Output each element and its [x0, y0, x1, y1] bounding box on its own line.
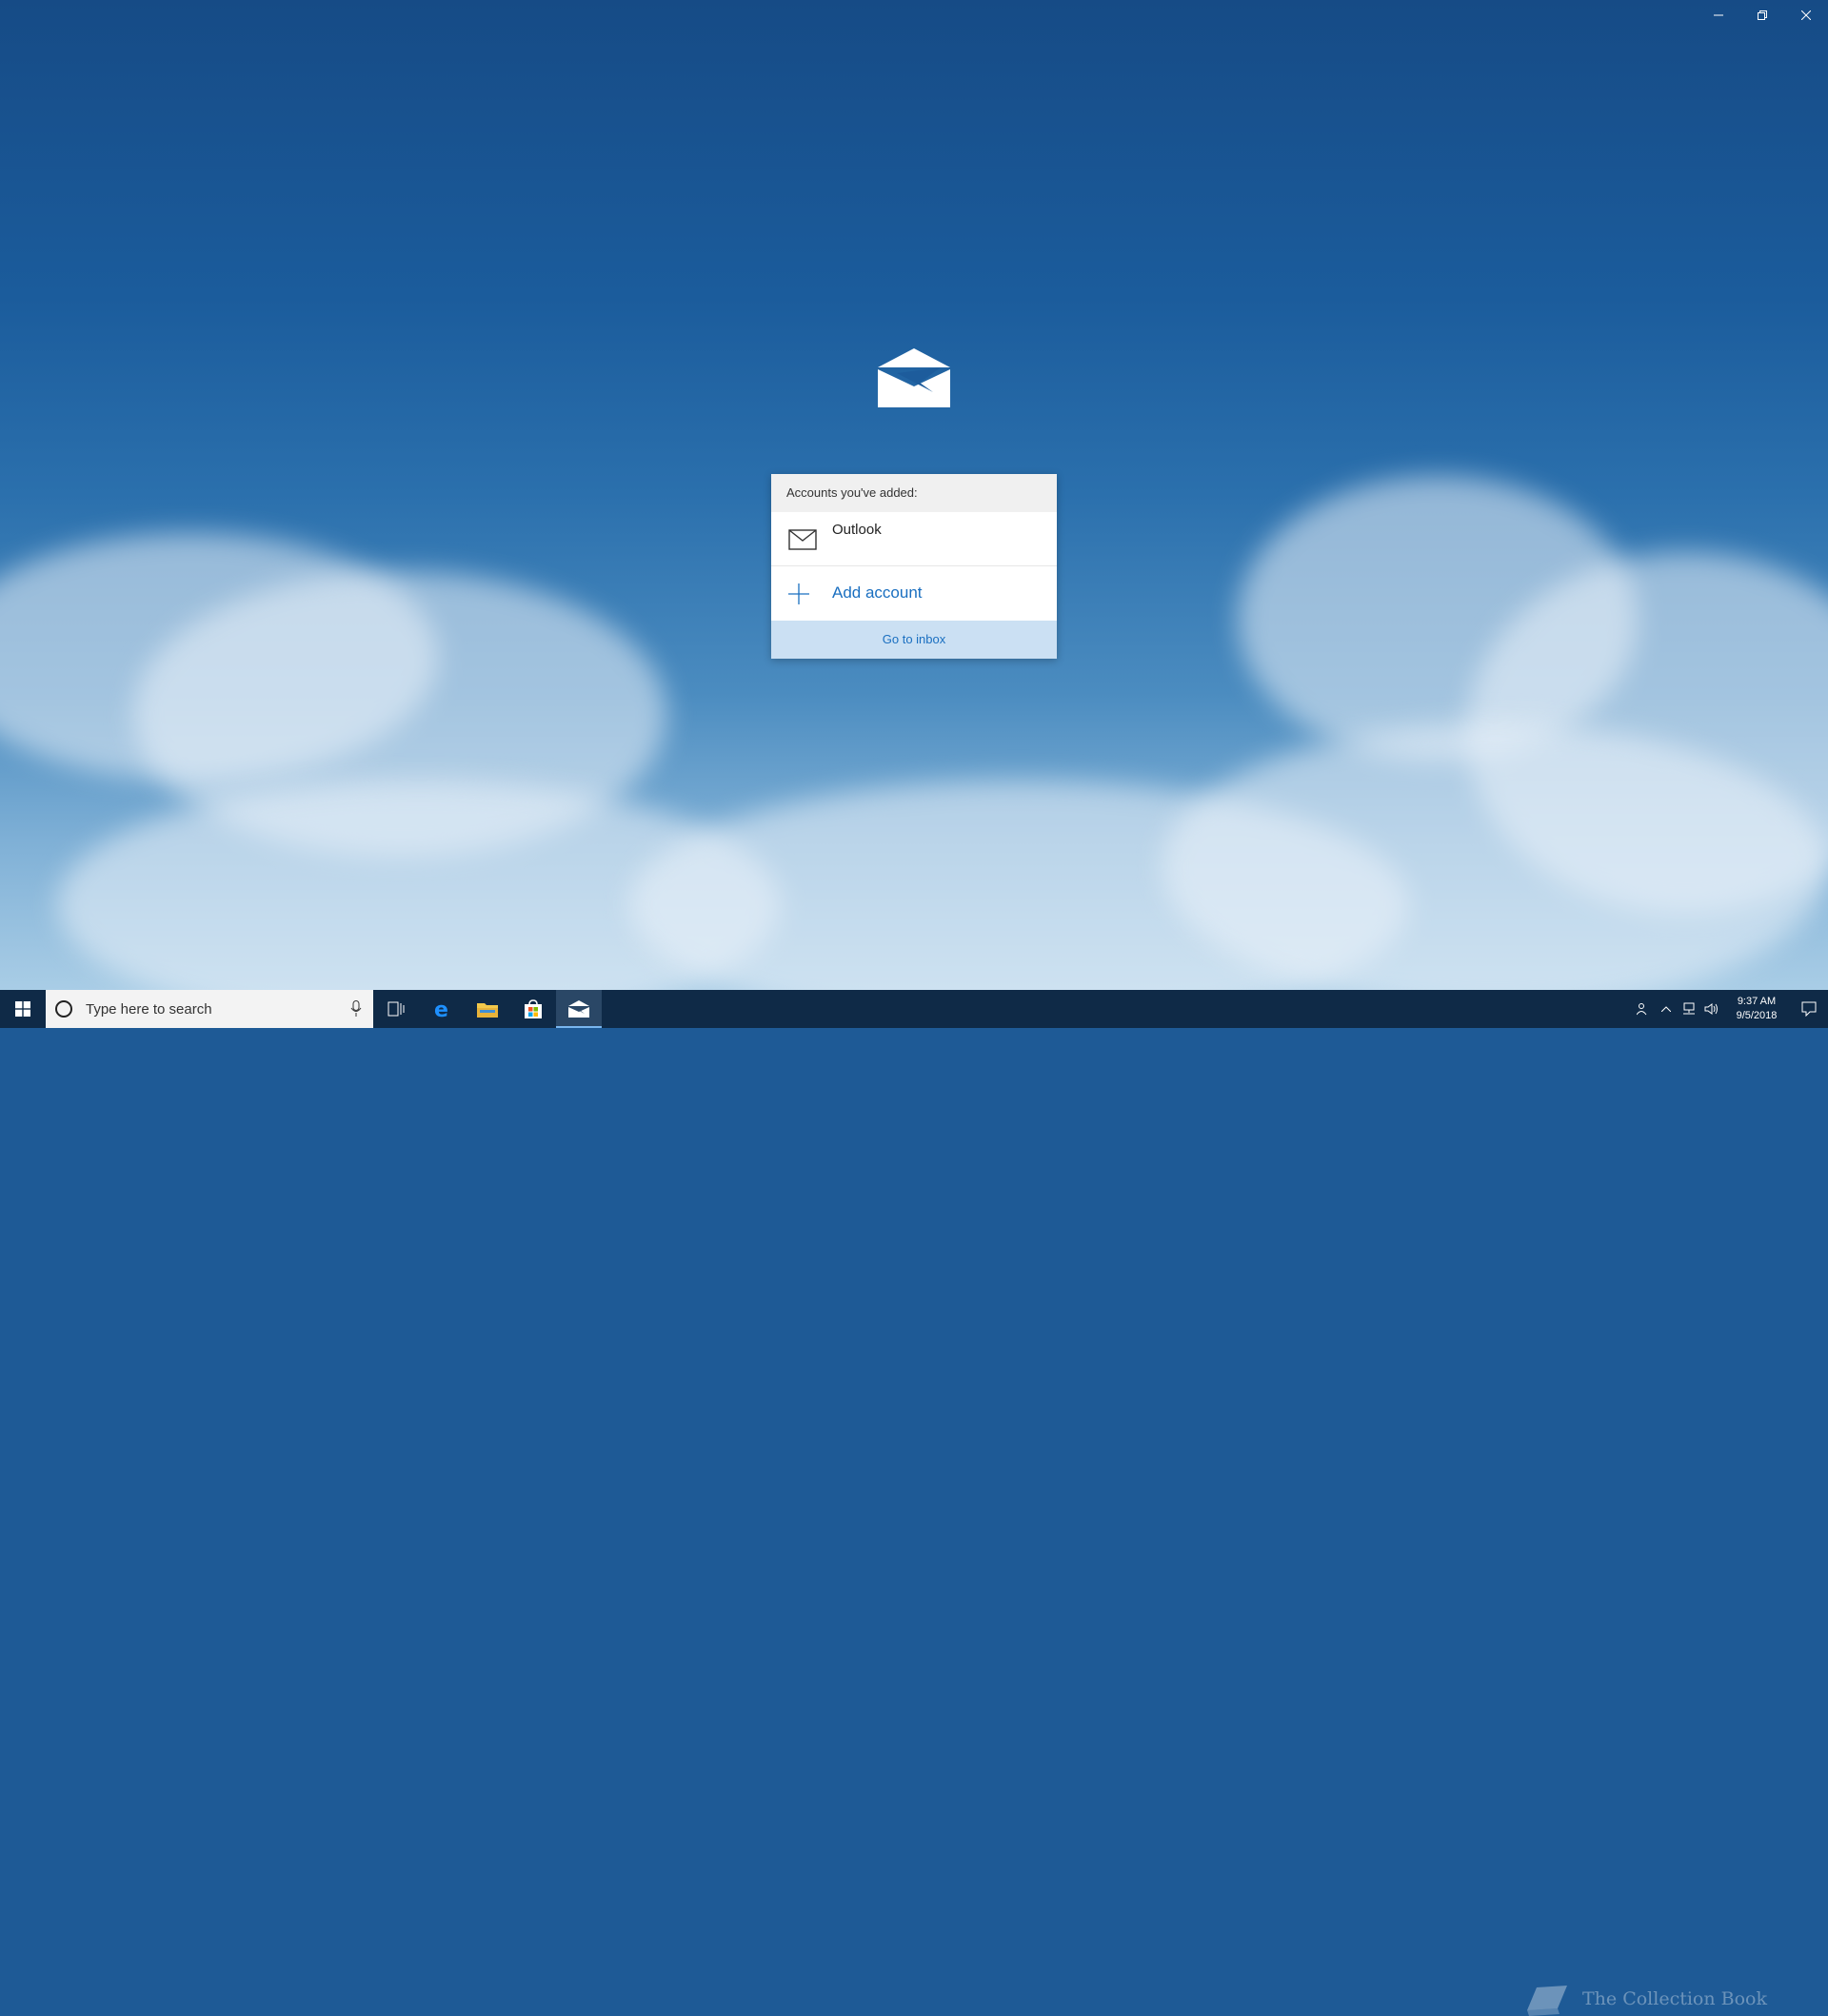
- file-explorer-button[interactable]: [465, 990, 510, 1028]
- go-to-inbox-button[interactable]: Go to inbox: [771, 621, 1057, 659]
- edge-button[interactable]: e: [419, 990, 465, 1028]
- close-button[interactable]: [1784, 0, 1828, 30]
- mail-logo-icon: [878, 348, 950, 407]
- people-icon: [1637, 1003, 1647, 1016]
- network-button[interactable]: [1678, 990, 1700, 1028]
- plus-icon: [788, 583, 809, 604]
- add-account-label: Add account: [832, 583, 923, 602]
- people-button[interactable]: [1632, 990, 1655, 1028]
- clock-time: 9:37 AM: [1737, 996, 1777, 1007]
- volume-button[interactable]: [1700, 990, 1723, 1028]
- watermark-text: The Collection Book: [1582, 1988, 1767, 2009]
- file-explorer-icon: [477, 1003, 498, 1018]
- account-item-outlook[interactable]: Outlook: [771, 512, 1057, 566]
- windows-logo-icon: [15, 1001, 30, 1017]
- clock[interactable]: 9:37 AM 9/5/2018: [1723, 995, 1790, 1023]
- svg-text:e: e: [434, 998, 448, 1019]
- store-icon: [525, 999, 542, 1018]
- restore-button[interactable]: [1740, 0, 1784, 30]
- start-button[interactable]: [0, 990, 46, 1028]
- minimize-button[interactable]: [1697, 0, 1740, 30]
- network-icon: [1683, 1002, 1695, 1015]
- book-logo-icon: [1527, 1986, 1567, 2016]
- show-hidden-icons-button[interactable]: [1655, 990, 1678, 1028]
- task-view-button[interactable]: [373, 990, 419, 1028]
- taskbar: Type here to search e The Collection Boo…: [0, 990, 1828, 2016]
- search-placeholder: Type here to search: [86, 1000, 212, 1018]
- close-icon: [1801, 10, 1811, 20]
- minimize-icon: [1714, 14, 1723, 16]
- store-button[interactable]: [510, 990, 556, 1028]
- restore-icon: [1758, 10, 1767, 20]
- account-name: Outlook: [832, 522, 882, 538]
- search-box[interactable]: Type here to search: [46, 990, 373, 1028]
- chevron-up-icon: [1661, 1006, 1671, 1012]
- notification-icon: [1801, 1001, 1817, 1017]
- microphone-icon[interactable]: [350, 1000, 362, 1018]
- mail-app-icon: [568, 1000, 589, 1018]
- watermark: The Collection Book: [1523, 1982, 1767, 2016]
- add-account-button[interactable]: Add account: [771, 566, 1057, 621]
- task-view-icon: [387, 1001, 405, 1017]
- mail-icon: [788, 529, 817, 550]
- system-tray: 9:37 AM 9/5/2018: [1632, 990, 1828, 1028]
- edge-icon: e: [434, 998, 448, 1019]
- mail-app-button[interactable]: [556, 990, 602, 1028]
- action-center-button[interactable]: [1790, 990, 1828, 1028]
- dialog-header: Accounts you've added:: [771, 474, 1057, 512]
- cloud: [1162, 723, 1828, 990]
- accounts-dialog: Accounts you've added: Outlook Add accou…: [771, 474, 1057, 659]
- cortana-icon: [55, 1000, 72, 1018]
- clock-date: 9/5/2018: [1736, 1010, 1778, 1021]
- window-controls: [1697, 0, 1828, 30]
- app-background: Accounts you've added: Outlook Add accou…: [0, 0, 1828, 990]
- volume-icon: [1704, 1003, 1718, 1015]
